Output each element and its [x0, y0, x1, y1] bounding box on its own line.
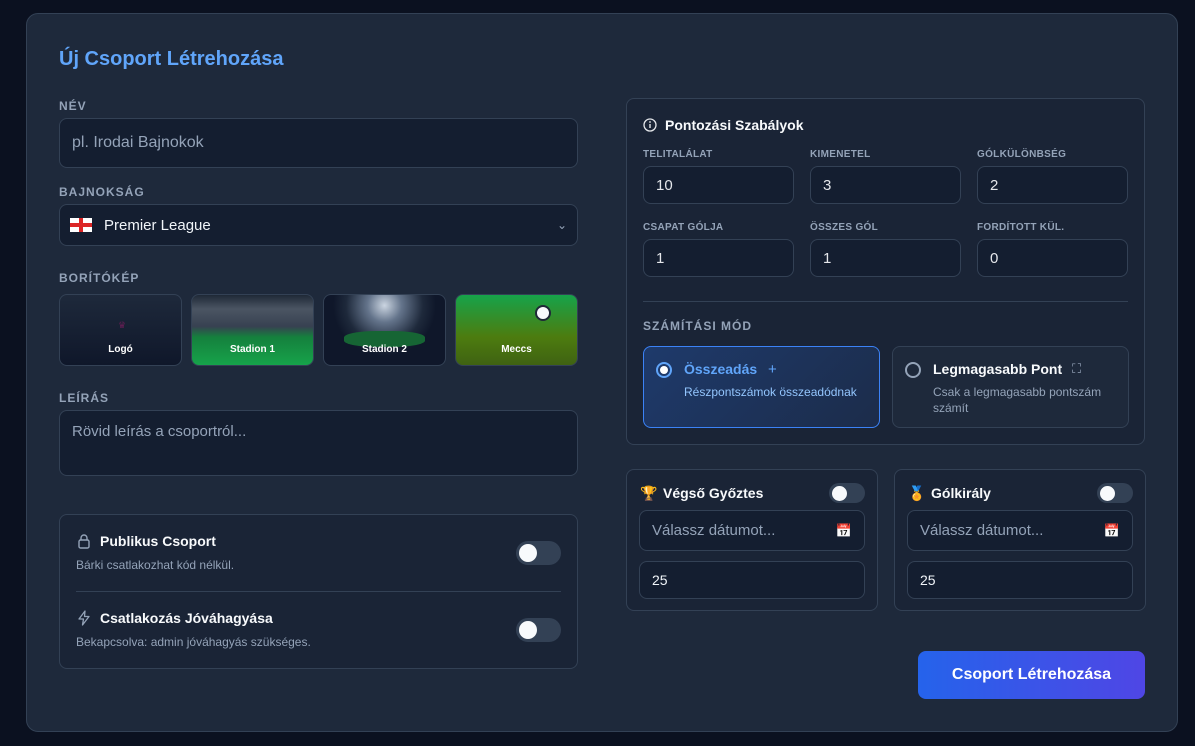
name-label: NÉV — [59, 99, 87, 113]
lock-icon — [78, 534, 90, 549]
rule-input-reversed-diff[interactable] — [977, 239, 1128, 277]
mode-title: Legmagasabb Pont — [933, 361, 1063, 377]
top-scorer-points-input[interactable]: 25 — [907, 561, 1133, 599]
top-scorer-toggle[interactable] — [1097, 483, 1133, 503]
cover-option-label: Meccs — [501, 344, 532, 355]
bonus-title: Gólkirály — [931, 485, 991, 501]
date-placeholder: Válassz dátumot... — [920, 522, 1044, 539]
mode-subtitle: Részpontszámok összeadódnak — [684, 385, 857, 399]
public-group-toggle[interactable] — [516, 541, 561, 565]
join-approval-toggle[interactable] — [516, 618, 561, 642]
top-scorer-date-input[interactable]: Válassz dátumot... 📅 — [907, 510, 1133, 551]
rule-label-outcome: KIMENETEL — [810, 149, 871, 160]
radio-selected — [656, 362, 672, 378]
radio-unselected — [905, 362, 921, 378]
calendar-icon: 📅 — [835, 522, 852, 538]
rule-input-team-goals[interactable] — [643, 239, 794, 277]
join-approval-title: Csatlakozás Jóváhagyása — [100, 610, 273, 626]
mode-subtitle: Csak a legmagasabb pontszám számít — [933, 385, 1102, 415]
cover-label: BORÍTÓKÉP — [59, 271, 140, 285]
cover-option-label: Logó — [108, 344, 133, 355]
rule-input-exact[interactable] — [643, 166, 794, 204]
cover-option-stadium-2[interactable]: Stadion 2 — [323, 294, 446, 366]
public-group-subtitle: Bárki csatlakozhat kód nélkül. — [76, 558, 235, 572]
lightning-icon — [78, 610, 90, 626]
final-winner-points-input[interactable]: 25 — [639, 561, 865, 599]
page-title: Új Csoport Létrehozása — [59, 48, 284, 70]
cover-option-logo[interactable]: ♛ Logó — [59, 294, 182, 366]
mode-option-sum[interactable]: Összeadás + Részpontszámok összeadódnak — [643, 346, 880, 428]
rule-input-goal-difference[interactable] — [977, 166, 1128, 204]
rule-label-goal-difference: GÓLKÜLÖNBSÉG — [977, 149, 1067, 160]
cover-option-label: Stadion 1 — [229, 344, 275, 355]
divider — [76, 591, 561, 592]
rule-label-total-goals: ÖSSZES GÓL — [810, 222, 879, 233]
description-textarea[interactable] — [59, 410, 578, 476]
trophy-icon: 🏆 — [640, 485, 658, 501]
cover-option-stadium-1[interactable]: Stadion 1 — [191, 294, 314, 366]
premier-league-logo-icon: ♛ — [117, 320, 127, 330]
league-select-value: Premier League — [104, 216, 211, 234]
rule-label-team-goals: CSAPAT GÓLJA — [643, 222, 724, 233]
divider — [643, 301, 1128, 302]
bonus-top-scorer: 🏅 Gólkirály Válassz dátumot... 📅 25 — [894, 469, 1146, 611]
date-placeholder: Válassz dátumot... — [652, 522, 776, 539]
medal-icon: 🏅 — [908, 485, 926, 501]
league-select[interactable]: Premier League ⌄ — [59, 204, 578, 246]
england-flag-icon — [70, 218, 92, 232]
bonus-final-winner: 🏆 Végső Győztes Válassz dátumot... 📅 25 — [626, 469, 878, 611]
mode-option-highest[interactable]: Legmagasabb Pont ⛶ Csak a legmagasabb po… — [892, 346, 1129, 428]
chevron-down-icon: ⌄ — [556, 218, 567, 232]
mode-title: Összeadás — [684, 361, 758, 377]
final-winner-toggle[interactable] — [829, 483, 865, 503]
calendar-icon: 📅 — [1103, 522, 1120, 538]
calculation-mode-label: SZÁMÍTÁSI MÓD — [643, 319, 752, 333]
description-label: LEÍRÁS — [59, 391, 110, 405]
rule-label-exact: TELITALÁLAT — [643, 149, 713, 160]
plus-icon: + — [768, 361, 777, 378]
info-icon — [643, 118, 657, 132]
expand-icon: ⛶ — [1072, 361, 1082, 376]
final-winner-date-input[interactable]: Válassz dátumot... 📅 — [639, 510, 865, 551]
cover-option-match[interactable]: Meccs — [455, 294, 578, 366]
join-approval-subtitle: Bekapcsolva: admin jóváhagyás szükséges. — [76, 635, 311, 649]
football-image — [535, 305, 551, 321]
bonus-title: Végső Győztes — [663, 485, 764, 501]
rule-input-outcome[interactable] — [810, 166, 961, 204]
league-label: BAJNOKSÁG — [59, 185, 145, 199]
name-input[interactable] — [59, 118, 578, 168]
cover-option-label: Stadion 2 — [361, 344, 407, 355]
rule-input-total-goals[interactable] — [810, 239, 961, 277]
public-group-title: Publikus Csoport — [100, 533, 216, 549]
create-group-button[interactable]: Csoport Létrehozása — [918, 651, 1145, 699]
rule-label-reversed-diff: FORDÍTOTT KÜL. — [977, 222, 1065, 233]
scoring-rules-title: Pontozási Szabályok — [665, 117, 804, 133]
